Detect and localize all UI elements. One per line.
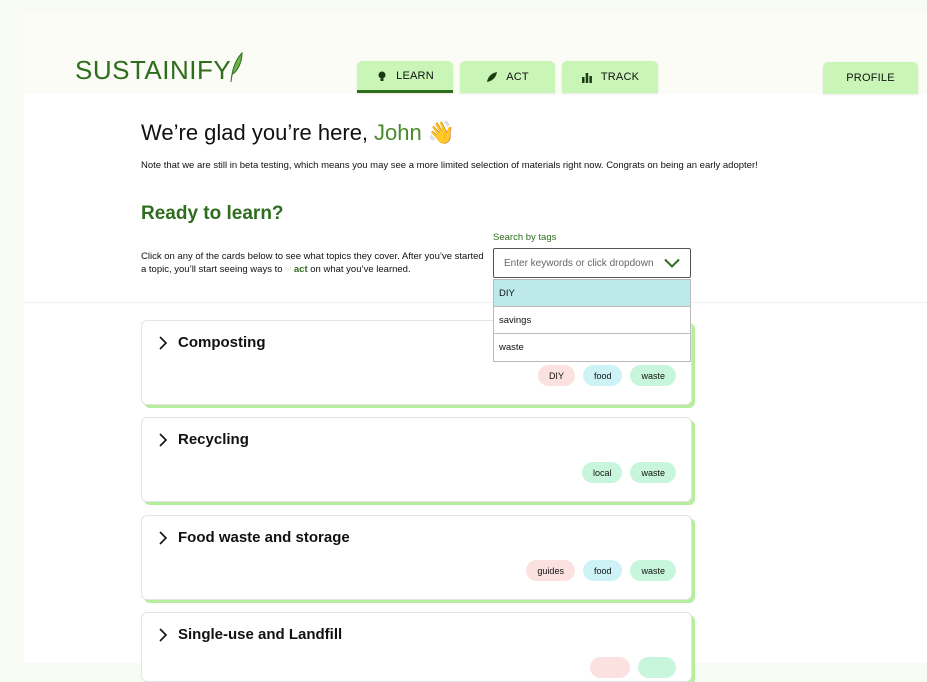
greeting: We’re glad you’re here, John 👋 <box>141 120 455 146</box>
chevron-right-icon <box>159 627 168 642</box>
header: SUSTAINIF Y LEARN ACT TRACK PROFILE <box>24 12 927 94</box>
app-frame: SUSTAINIF Y LEARN ACT TRACK PROFILE We’r… <box>24 12 927 682</box>
tag[interactable]: DIY <box>537 365 575 386</box>
wave-icon: 👋 <box>427 120 456 145</box>
tag[interactable]: food <box>582 560 623 581</box>
card-header[interactable]: Recycling <box>158 431 249 448</box>
dropdown-option[interactable]: waste <box>494 334 690 361</box>
logo[interactable]: SUSTAINIF Y <box>75 52 243 86</box>
tab-act-label: ACT <box>506 71 529 83</box>
tab-track-label: TRACK <box>600 71 640 83</box>
leaf-icon <box>487 72 498 82</box>
topic-card[interactable]: Single-use and Landfill <box>141 612 692 682</box>
card-title: Composting <box>178 334 266 351</box>
tag[interactable]: local <box>581 462 623 483</box>
tag-dropdown: DIY savings waste <box>493 279 691 362</box>
tag[interactable]: guides <box>526 560 575 581</box>
topic-card[interactable]: Recycling local waste <box>141 417 692 502</box>
logo-text: SUSTAINIF <box>75 55 214 85</box>
dropdown-option[interactable]: savings <box>494 307 690 334</box>
tab-act[interactable]: ACT <box>460 61 555 93</box>
logo-leaf-icon <box>230 52 243 82</box>
tab-profile-label: PROFILE <box>846 72 895 84</box>
tag[interactable]: waste <box>630 462 676 483</box>
bar-chart-icon <box>581 73 592 83</box>
chevron-right-icon <box>159 432 168 447</box>
tag[interactable] <box>590 657 630 678</box>
user-name: John <box>374 120 422 145</box>
topic-card[interactable]: Food waste and storage guides food waste <box>141 515 692 600</box>
dropdown-option[interactable]: DIY <box>494 280 690 307</box>
chevron-right-icon <box>159 335 168 350</box>
tag[interactable] <box>638 657 676 678</box>
act-link[interactable]: act <box>294 264 308 275</box>
tab-track[interactable]: TRACK <box>562 61 658 93</box>
instructions-text-end: on what you’ve learned. <box>310 264 411 275</box>
tag[interactable]: waste <box>630 365 676 386</box>
search-label: Search by tags <box>493 232 557 243</box>
tab-profile[interactable]: PROFILE <box>823 62 918 94</box>
tag[interactable]: food <box>582 365 623 386</box>
card-tags: DIY food waste <box>537 365 676 386</box>
lightbulb-icon <box>378 71 386 81</box>
chevron-right-icon <box>159 530 168 545</box>
card-title: Food waste and storage <box>178 529 350 546</box>
card-header[interactable]: Single-use and Landfill <box>158 626 342 643</box>
card-title: Recycling <box>178 431 249 448</box>
beta-note: Note that we are still in beta testing, … <box>141 160 758 171</box>
mini-leaf-icon: ⁽⸱⁾ <box>285 265 292 274</box>
tab-learn[interactable]: LEARN <box>357 61 453 93</box>
section-title: Ready to learn? <box>141 203 284 224</box>
tag-search-input[interactable] <box>504 257 664 269</box>
chevron-down-icon[interactable] <box>664 258 680 268</box>
card-header[interactable]: Composting <box>158 334 266 351</box>
card-tags: local waste <box>581 462 676 483</box>
card-tags <box>590 657 676 678</box>
instructions: Click on any of the cards below to see w… <box>141 250 486 276</box>
tag[interactable]: waste <box>630 560 676 581</box>
card-header[interactable]: Food waste and storage <box>158 529 350 546</box>
tab-learn-label: LEARN <box>396 69 434 82</box>
tag-search-field[interactable] <box>493 248 691 278</box>
card-tags: guides food waste <box>526 560 676 581</box>
greeting-prefix: We’re glad you’re here, <box>141 120 369 145</box>
card-title: Single-use and Landfill <box>178 626 343 643</box>
